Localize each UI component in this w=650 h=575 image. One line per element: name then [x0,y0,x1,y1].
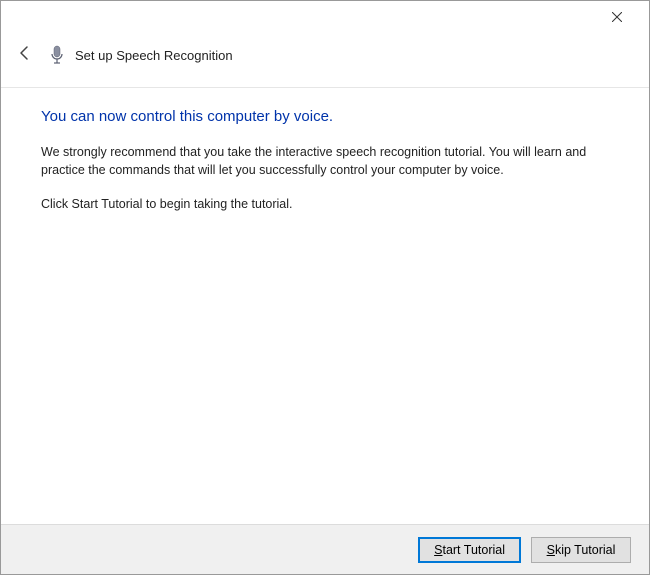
content-heading: You can now control this computer by voi… [41,108,609,125]
close-icon [612,9,622,25]
wizard-footer: Start Tutorial Skip Tutorial [1,524,649,574]
back-button[interactable] [11,41,39,69]
start-tutorial-button[interactable]: Start Tutorial [418,537,521,563]
wizard-header: Set up Speech Recognition [1,33,649,88]
page-title: Set up Speech Recognition [75,48,233,63]
content-paragraph-2: Click Start Tutorial to begin taking the… [41,195,609,213]
wizard-content: You can now control this computer by voi… [1,88,649,213]
skip-tutorial-button[interactable]: Skip Tutorial [531,537,631,563]
close-button[interactable] [597,3,637,31]
titlebar [1,1,649,33]
back-arrow-icon [17,45,33,66]
content-paragraph-1: We strongly recommend that you take the … [41,143,609,179]
microphone-icon [47,45,67,65]
